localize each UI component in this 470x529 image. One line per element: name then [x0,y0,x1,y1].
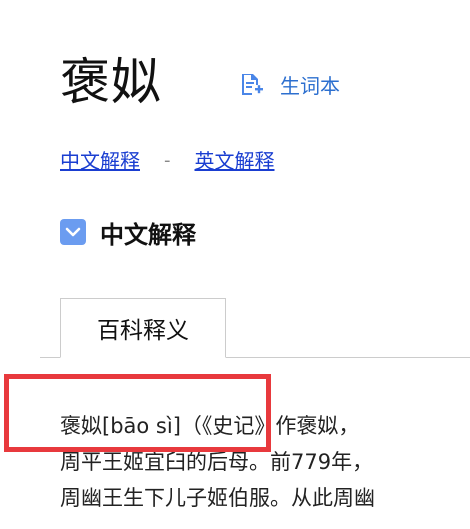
wordbook-label: 生词本 [280,73,340,98]
chinese-explanation-link[interactable]: 中文解释 [60,146,140,176]
checkbox-checked-icon[interactable] [60,219,86,245]
nav-separator: - [164,150,171,171]
section-header: 中文解释 [60,216,196,249]
explanation-nav: 中文解释 - 英文解释 [60,146,275,176]
word-title: 褒姒 [60,53,162,111]
section-title: 中文解释 [100,220,196,249]
english-explanation-link[interactable]: 英文解释 [195,146,275,176]
highlight-annotation-box [4,374,271,452]
definition-line: 周幽王生下儿子姬伯服。从此周幽 [60,486,375,510]
tab-baike[interactable]: 百科释义 [60,298,226,358]
add-to-wordbook-button[interactable]: 生词本 [238,70,340,98]
add-to-wordbook-icon [242,74,263,95]
